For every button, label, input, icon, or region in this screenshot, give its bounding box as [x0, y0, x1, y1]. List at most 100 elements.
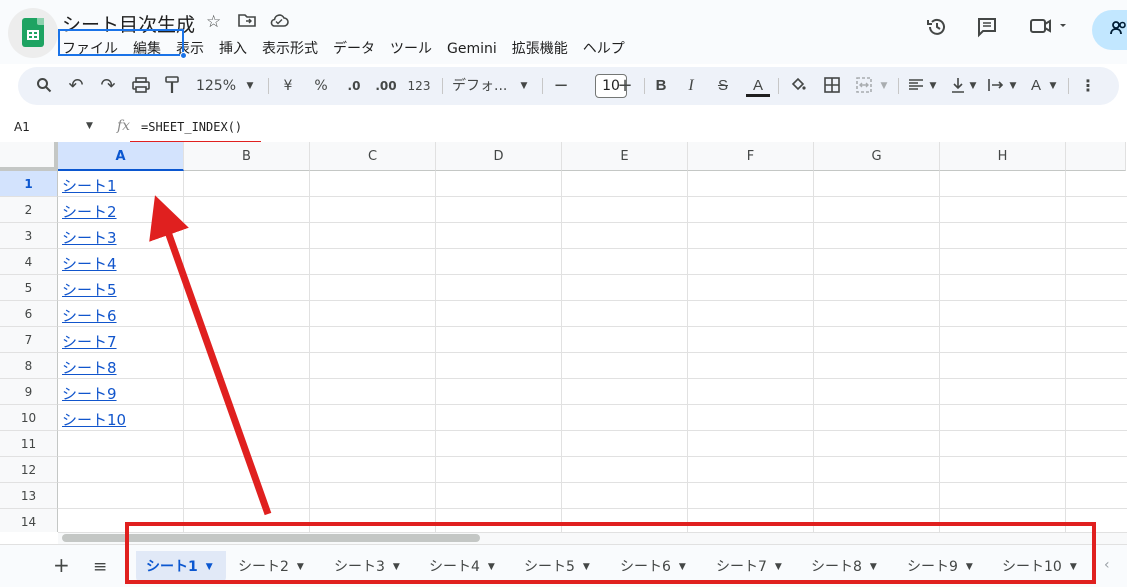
- menu-extensions[interactable]: 拡張機能: [512, 41, 568, 57]
- row-gridline: [58, 456, 1127, 457]
- column-header-b[interactable]: B: [184, 142, 310, 171]
- print-icon[interactable]: [130, 67, 152, 105]
- undo-icon[interactable]: ↶: [66, 67, 86, 105]
- font-dropdown-caret-icon[interactable]: ▼: [518, 67, 530, 105]
- column-header-a[interactable]: A: [58, 142, 184, 171]
- comments-icon[interactable]: [976, 16, 998, 43]
- redo-icon[interactable]: ↷: [98, 67, 118, 105]
- row-header[interactable]: 8: [0, 353, 58, 379]
- row-header[interactable]: 1: [0, 171, 58, 197]
- italic-icon[interactable]: I: [682, 67, 700, 105]
- share-button[interactable]: [1092, 10, 1127, 50]
- vertical-align-icon[interactable]: [948, 67, 968, 105]
- column-header-next[interactable]: [1066, 142, 1126, 171]
- menu-format[interactable]: 表示形式: [262, 41, 318, 57]
- sheets-logo-icon[interactable]: [8, 8, 58, 58]
- toolbar-divider: [1068, 78, 1069, 94]
- row-gridline: [58, 300, 1127, 301]
- text-rotation-icon[interactable]: A: [1026, 67, 1046, 105]
- row-header[interactable]: 9: [0, 379, 58, 405]
- all-sheets-icon[interactable]: ≡: [93, 557, 107, 577]
- cell-link[interactable]: シート5: [62, 279, 117, 300]
- cell-link[interactable]: シート10: [62, 409, 126, 430]
- cell-link[interactable]: シート4: [62, 253, 117, 274]
- version-history-icon[interactable]: [926, 16, 948, 43]
- column-header-e[interactable]: E: [562, 142, 688, 171]
- valign-dropdown-caret-icon[interactable]: ▼: [968, 67, 978, 105]
- row-header[interactable]: 3: [0, 223, 58, 249]
- meet-video-icon[interactable]: [1030, 16, 1070, 41]
- paint-format-icon[interactable]: [162, 67, 182, 105]
- fx-icon: fx: [117, 118, 131, 134]
- scroll-tabs-left-icon[interactable]: ‹: [1104, 557, 1110, 573]
- column-header-g[interactable]: G: [814, 142, 940, 171]
- align-dropdown-caret-icon[interactable]: ▼: [928, 67, 938, 105]
- fill-color-icon[interactable]: [788, 67, 808, 105]
- row-header[interactable]: 11: [0, 431, 58, 457]
- cell-link[interactable]: シート2: [62, 201, 117, 222]
- menu-insert[interactable]: 挿入: [219, 41, 247, 57]
- cell-link[interactable]: シート9: [62, 383, 117, 404]
- column-header-c[interactable]: C: [310, 142, 436, 171]
- format-currency-button[interactable]: ¥: [280, 67, 296, 105]
- row-gridline: [58, 274, 1127, 275]
- text-wrapping-icon[interactable]: [986, 67, 1006, 105]
- column-header-f[interactable]: F: [688, 142, 814, 171]
- row-header[interactable]: 4: [0, 249, 58, 275]
- menu-gemini[interactable]: Gemini: [447, 41, 497, 57]
- more-options-icon[interactable]: ⋮: [1080, 67, 1096, 105]
- increase-decimal-button[interactable]: .00: [372, 67, 400, 105]
- bold-icon[interactable]: B: [652, 67, 670, 105]
- borders-icon[interactable]: [822, 67, 842, 105]
- increase-font-size-icon[interactable]: +: [616, 67, 634, 105]
- column-header-d[interactable]: D: [436, 142, 562, 171]
- cell-link[interactable]: シート3: [62, 227, 117, 248]
- menu-help[interactable]: ヘルプ: [583, 41, 625, 57]
- row-header[interactable]: 14: [0, 509, 58, 532]
- zoom-select[interactable]: 125%: [194, 67, 238, 105]
- row-header[interactable]: 6: [0, 301, 58, 327]
- row-header[interactable]: 2: [0, 197, 58, 223]
- menu-data[interactable]: データ: [333, 41, 375, 57]
- font-family-select[interactable]: デフォ...: [452, 67, 512, 105]
- formula-input[interactable]: =SHEET_INDEX(): [141, 120, 242, 134]
- add-sheet-icon[interactable]: +: [53, 553, 70, 577]
- column-gridline: [309, 171, 310, 532]
- cell-link[interactable]: シート7: [62, 331, 117, 352]
- rotation-dropdown-caret-icon[interactable]: ▼: [1048, 67, 1058, 105]
- people-icon: [1110, 20, 1127, 40]
- text-color-icon[interactable]: A: [746, 67, 770, 105]
- spreadsheet-grid[interactable]: A B C D E F G H 1 2 3 4 5 6 7 8 9 10 11 12 13 14 シート1 シート2 シート3 シ…: [0, 142, 1127, 532]
- decrease-decimal-button[interactable]: .0: [342, 67, 366, 105]
- strikethrough-icon[interactable]: S: [714, 67, 732, 105]
- row-header[interactable]: 12: [0, 457, 58, 483]
- wrap-dropdown-caret-icon[interactable]: ▼: [1008, 67, 1018, 105]
- cell-link[interactable]: シート6: [62, 305, 117, 326]
- fill-handle[interactable]: [180, 52, 187, 59]
- row-header[interactable]: 10: [0, 405, 58, 431]
- merge-dropdown-caret-icon[interactable]: ▼: [878, 67, 890, 105]
- select-all-corner[interactable]: [0, 142, 58, 171]
- row-header[interactable]: 13: [0, 483, 58, 509]
- move-folder-icon[interactable]: [238, 12, 256, 33]
- format-percent-button[interactable]: %: [312, 67, 330, 105]
- active-cell-outline: [58, 29, 184, 56]
- cell-link[interactable]: シート1: [62, 175, 117, 196]
- row-gridline: [58, 378, 1127, 379]
- name-box-caret-icon[interactable]: ▼: [86, 121, 93, 131]
- horizontal-align-icon[interactable]: [906, 67, 926, 105]
- menu-tools[interactable]: ツール: [390, 41, 432, 57]
- column-header-h[interactable]: H: [940, 142, 1066, 171]
- search-menus-icon[interactable]: [34, 67, 54, 105]
- merge-cells-icon[interactable]: [854, 67, 874, 105]
- star-icon[interactable]: ☆: [206, 12, 221, 32]
- decrease-font-size-icon[interactable]: −: [552, 67, 570, 105]
- name-box[interactable]: A1: [14, 120, 30, 134]
- row-header[interactable]: 5: [0, 275, 58, 301]
- cloud-saved-icon[interactable]: [269, 12, 289, 33]
- cell-link[interactable]: シート8: [62, 357, 117, 378]
- row-header[interactable]: 7: [0, 327, 58, 353]
- more-formats-button[interactable]: 123: [406, 67, 432, 105]
- zoom-dropdown-caret-icon[interactable]: ▼: [244, 67, 256, 105]
- sheet-tabs-annotation-box: [125, 522, 1096, 584]
